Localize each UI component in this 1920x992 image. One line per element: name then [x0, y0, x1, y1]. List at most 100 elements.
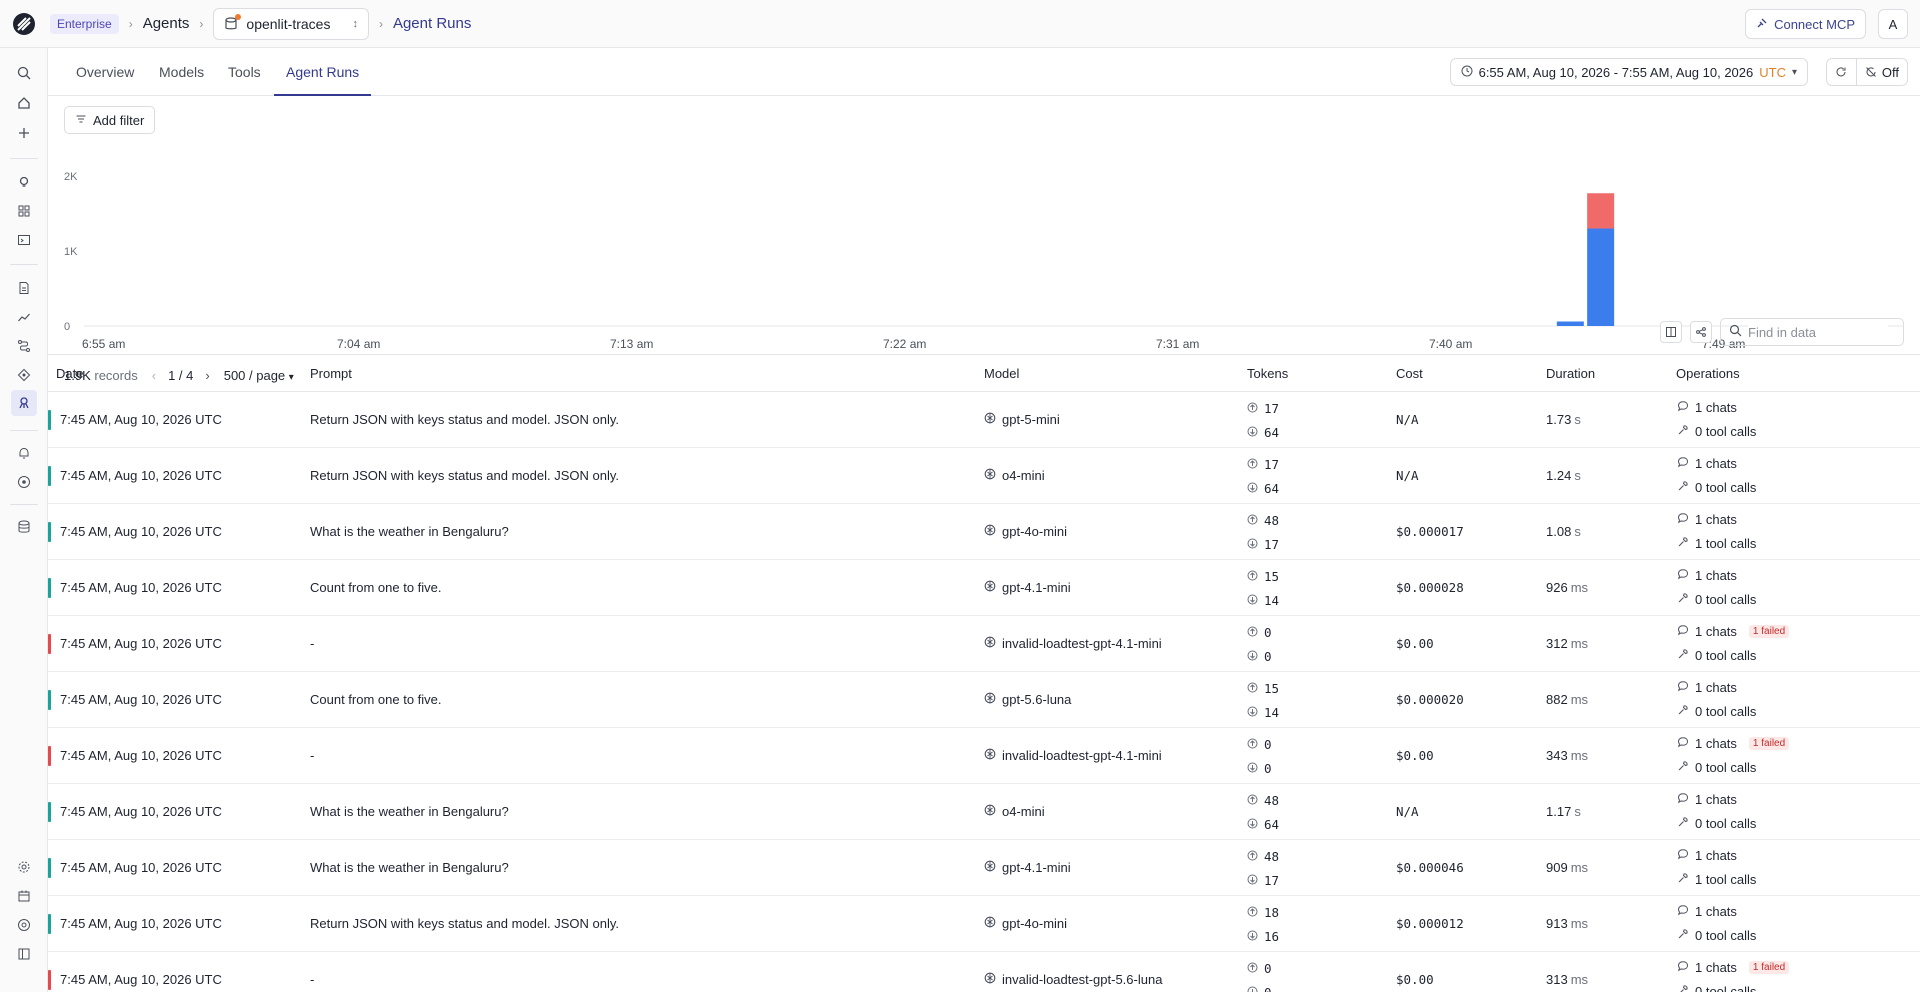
duration-value: 312: [1546, 636, 1568, 651]
auto-refresh-toggle[interactable]: Off: [1857, 65, 1907, 80]
table-row[interactable]: 7:45 AM, Aug 10, 2026 UTC Count from one …: [48, 672, 1920, 728]
database-selector[interactable]: openlit-traces ↕: [213, 7, 369, 40]
cell-duration: 312 ms: [1546, 636, 1588, 651]
status-indicator: [48, 410, 51, 430]
bell-icon[interactable]: [15, 444, 33, 462]
tokens-input: 17: [1247, 401, 1279, 416]
nodes-icon[interactable]: [15, 366, 33, 384]
ops-chats: 1 chats: [1677, 400, 1737, 415]
chats-count: 1 chats: [1695, 400, 1737, 415]
tokens-output-value: 64: [1264, 481, 1280, 496]
terminal-icon[interactable]: [15, 231, 33, 249]
columns-button[interactable]: [1660, 321, 1682, 343]
duration-unit: ms: [1570, 692, 1589, 707]
flow-icon[interactable]: [15, 337, 33, 355]
chats-count: 1 chats: [1695, 736, 1737, 751]
tab-overview[interactable]: Overview: [76, 48, 134, 96]
tokens-output-value: 17: [1264, 537, 1280, 552]
tokens-input: 48: [1247, 513, 1279, 528]
col-date[interactable]: Date: [56, 366, 83, 381]
cell-model: gpt-5-mini: [984, 412, 1060, 427]
table-row[interactable]: 7:45 AM, Aug 10, 2026 UTC - invalid-loadte…: [48, 616, 1920, 672]
chat-icon: [1677, 960, 1689, 975]
left-rail: [0, 48, 48, 992]
col-prompt[interactable]: Prompt: [310, 366, 352, 381]
table-row[interactable]: 7:45 AM, Aug 10, 2026 UTC Return JSON wit…: [48, 448, 1920, 504]
table-row[interactable]: 7:45 AM, Aug 10, 2026 UTC What is the wea…: [48, 784, 1920, 840]
table-row[interactable]: 7:45 AM, Aug 10, 2026 UTC Return JSON wit…: [48, 896, 1920, 952]
duration-unit: ms: [1570, 580, 1589, 595]
tool-icon: [1677, 480, 1689, 495]
search-input[interactable]: [1748, 324, 1888, 340]
duration-value: 1.24: [1546, 468, 1572, 483]
timezone-label: UTC: [1759, 64, 1786, 80]
cell-cost: $0.00: [1396, 748, 1434, 763]
arrow-down-icon: [1247, 705, 1258, 720]
table-row[interactable]: 7:45 AM, Aug 10, 2026 UTC What is the wea…: [48, 504, 1920, 560]
model-name: gpt-4.1-mini: [1002, 580, 1071, 595]
tab-agent-runs[interactable]: Agent Runs: [274, 48, 372, 96]
search-icon[interactable]: [15, 64, 33, 82]
avatar[interactable]: A: [1878, 9, 1908, 39]
failed-badge: 1 failed: [1748, 961, 1790, 974]
tool-calls-count: 0 tool calls: [1695, 592, 1757, 607]
home-icon[interactable]: [15, 94, 33, 112]
arrow-up-icon: [1247, 513, 1258, 528]
calendar-icon[interactable]: [15, 887, 33, 905]
x-tick-label: 6:55 am: [82, 337, 125, 351]
status-indicator: [48, 914, 51, 934]
add-filter-button[interactable]: Add filter: [64, 106, 156, 134]
chart-bar[interactable]: [1587, 193, 1615, 229]
lightbulb-icon[interactable]: [15, 173, 33, 191]
table-row[interactable]: 7:45 AM, Aug 10, 2026 UTC - invalid-loadte…: [48, 728, 1920, 784]
col-cost[interactable]: Cost: [1396, 366, 1423, 381]
arrow-up-icon: [1247, 905, 1258, 920]
database-icon[interactable]: [15, 518, 33, 536]
dashboard-icon[interactable]: [15, 202, 33, 220]
tokens-input: 18: [1247, 905, 1279, 920]
chart-bar[interactable]: [1587, 228, 1615, 327]
ops-tools: 1 tool calls: [1677, 872, 1756, 887]
table-row[interactable]: 7:45 AM, Aug 10, 2026 UTC Count from one …: [48, 560, 1920, 616]
document-icon[interactable]: [15, 279, 33, 297]
tool-calls-count: 0 tool calls: [1695, 704, 1757, 719]
cell-date: 7:45 AM, Aug 10, 2026 UTC: [60, 468, 222, 483]
trend-icon[interactable]: [15, 308, 33, 326]
tab-tools[interactable]: Tools: [228, 48, 261, 96]
database-name: openlit-traces: [246, 15, 331, 32]
cell-prompt: Return JSON with keys status and model. …: [310, 916, 619, 931]
col-duration[interactable]: Duration: [1546, 366, 1595, 381]
table-row[interactable]: 7:45 AM, Aug 10, 2026 UTC Return JSON wit…: [48, 392, 1920, 448]
settings-icon[interactable]: [15, 858, 33, 876]
cell-prompt: Return JSON with keys status and model. …: [310, 468, 619, 483]
connect-mcp-button[interactable]: Connect MCP: [1745, 9, 1866, 39]
tokens-input-value: 0: [1264, 625, 1272, 640]
plus-icon[interactable]: [15, 124, 33, 142]
duration-value: 313: [1546, 972, 1568, 987]
x-tick-label: 7:40 am: [1429, 337, 1472, 351]
chart-bar[interactable]: [1556, 321, 1584, 327]
table-row[interactable]: 7:45 AM, Aug 10, 2026 UTC - invalid-loadte…: [48, 952, 1920, 992]
col-operations[interactable]: Operations: [1676, 366, 1740, 381]
share-button[interactable]: [1690, 321, 1712, 343]
agent-runs-icon[interactable]: [11, 390, 37, 416]
tool-calls-count: 0 tool calls: [1695, 648, 1757, 663]
sidebar-toggle-icon[interactable]: [15, 945, 33, 963]
ops-chats: 1 chats 1 failed: [1677, 624, 1790, 639]
table-row[interactable]: 7:45 AM, Aug 10, 2026 UTC What is the wea…: [48, 840, 1920, 896]
cell-prompt: What is the weather in Bengaluru?: [310, 524, 509, 539]
arrow-up-icon: [1247, 737, 1258, 752]
breadcrumb-agents[interactable]: Agents: [143, 15, 190, 32]
ops-chats: 1 chats: [1677, 792, 1737, 807]
rail-divider: [10, 264, 38, 265]
target-icon[interactable]: [15, 473, 33, 491]
help-icon[interactable]: [15, 916, 33, 934]
tab-models[interactable]: Models: [159, 48, 204, 96]
col-model[interactable]: Model: [984, 366, 1019, 381]
cell-model: o4-mini: [984, 468, 1045, 483]
refresh-button[interactable]: [1827, 59, 1857, 85]
openlit-logo[interactable]: [0, 0, 48, 48]
cell-cost: $0.000012: [1396, 916, 1464, 931]
col-tokens[interactable]: Tokens: [1247, 366, 1288, 381]
time-range-picker[interactable]: 6:55 AM, Aug 10, 2026 - 7:55 AM, Aug 10,…: [1449, 58, 1808, 86]
